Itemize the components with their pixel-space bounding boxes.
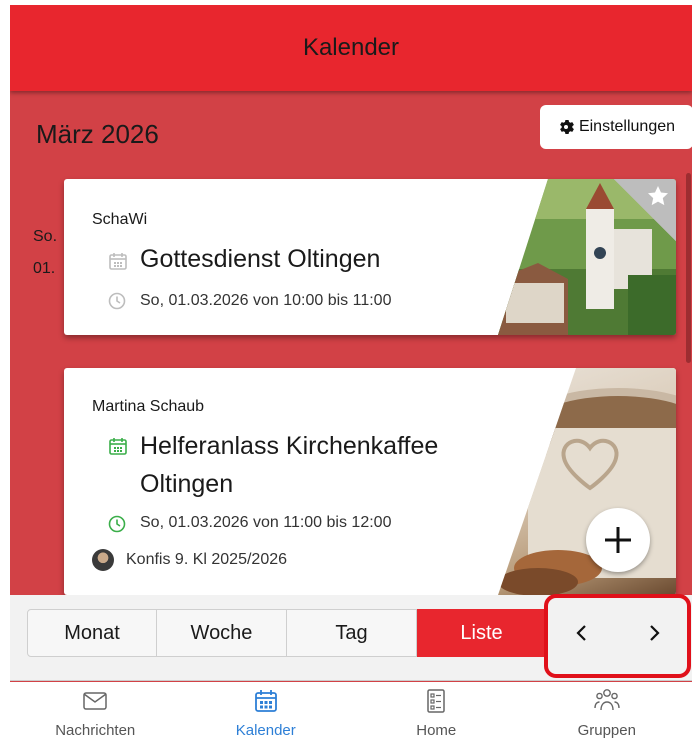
top-bar: Kalender — [10, 5, 692, 91]
clock-icon — [108, 515, 126, 533]
event-time: So, 01.03.2026 von 10:00 bis 11:00 — [140, 292, 392, 309]
coffee-image — [498, 368, 676, 595]
home-icon — [427, 689, 445, 713]
event-title: Gottesdienst Oltingen — [140, 245, 381, 273]
event-group: Konfis 9. Kl 2025/2026 — [126, 551, 288, 568]
tab-nachrichten[interactable]: Nachrichten — [10, 682, 181, 749]
view-mode-segment: Monat Woche Tag Liste — [27, 609, 547, 657]
add-event-button[interactable] — [586, 508, 650, 572]
settings-button[interactable]: Einstellungen — [540, 105, 692, 149]
scrollbar-thumb[interactable] — [686, 173, 691, 363]
day-weekday: So. — [33, 228, 58, 245]
favorite-corner[interactable] — [614, 179, 676, 241]
settings-label: Einstellungen — [578, 118, 676, 135]
star-icon — [648, 186, 668, 206]
left-frame — [0, 0, 10, 749]
event-card-gottesdienst[interactable]: SchaWi Gottesdienst Oltingen So, 01.03.2… — [64, 179, 676, 335]
calendar-icon — [109, 253, 127, 270]
view-list-button[interactable]: Liste — [417, 609, 547, 657]
day-indicator: So. 01. — [33, 221, 57, 285]
page-title: Kalender — [302, 34, 400, 61]
event-author: Martina Schaub — [92, 398, 205, 415]
tab-label: Kalender — [235, 722, 296, 739]
tab-kalender[interactable]: Kalender — [181, 682, 352, 749]
view-week-button[interactable]: Woche — [157, 609, 287, 657]
view-day-button[interactable]: Tag — [287, 609, 417, 657]
clock-icon — [108, 292, 126, 310]
tab-label: Nachrichten — [55, 722, 136, 739]
tab-home[interactable]: Home — [351, 682, 522, 749]
event-time: So, 01.03.2026 von 11:00 bis 12:00 — [140, 514, 392, 531]
event-title-line1: Helferanlass Kirchenkaffee — [140, 432, 439, 460]
right-frame — [692, 0, 698, 749]
app-screen: Kalender März 2026 Einstellungen So. 01.… — [10, 5, 692, 749]
tab-label: Home — [416, 722, 457, 739]
tab-label: Gruppen — [577, 722, 636, 739]
mail-icon — [83, 692, 107, 710]
groups-icon — [594, 689, 620, 711]
tab-gruppen[interactable]: Gruppen — [522, 682, 693, 749]
plus-icon — [605, 527, 631, 553]
calendar-icon — [254, 690, 277, 712]
day-date: 01. — [33, 260, 56, 277]
event-card-helferanlass[interactable]: Martina Schaub Helferanlass Kirchenkaffe… — [64, 368, 676, 595]
month-label: März 2026 — [36, 119, 159, 149]
event-author: SchaWi — [92, 211, 148, 228]
group-avatar — [92, 549, 114, 571]
view-month-button[interactable]: Monat — [27, 609, 157, 657]
event-title-line2: Oltingen — [140, 470, 234, 498]
calendar-icon — [109, 438, 127, 455]
gear-icon — [560, 120, 574, 134]
bottom-tab-bar: Nachrichten Kalender Home Gruppen — [10, 682, 692, 749]
church-image — [498, 179, 676, 335]
annotation-highlight-box — [544, 594, 691, 678]
